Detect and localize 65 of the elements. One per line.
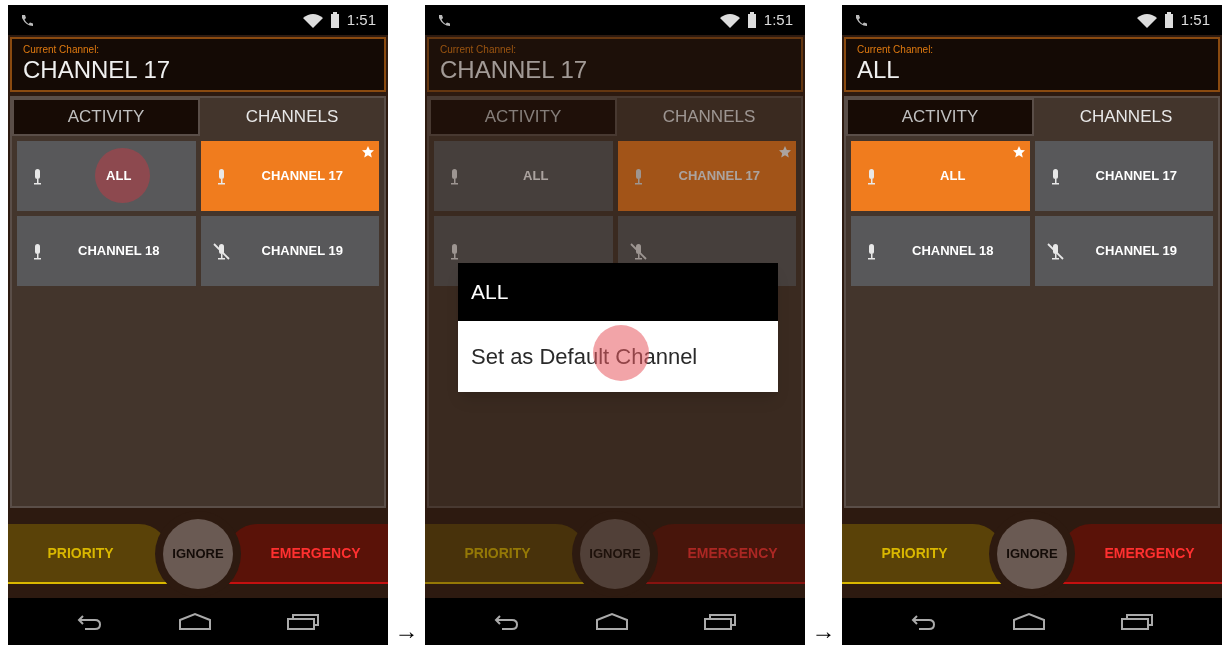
step-arrow: → [811,619,836,643]
tab[interactable]: ACTIVITY [12,98,200,136]
step-arrow: → [394,619,419,643]
phone-call-icon [437,13,451,27]
tab[interactable]: ACTIVITY [846,98,1034,136]
home-icon[interactable] [1012,612,1046,631]
channel-tile[interactable]: ALL [17,141,196,211]
clock-time: 1:51 [1180,9,1210,30]
muted-microphone-icon [629,241,647,261]
channel-name: CHANNEL 18 [911,242,995,261]
phone-call-icon [854,13,868,27]
channel-name: ALL [105,167,133,186]
current-channel-label: Current Channel: [23,44,101,55]
channel-name: CHANNEL 17 [260,167,344,186]
emergency-button[interactable]: EMERGENCY [227,524,388,584]
channel-tile[interactable]: ALL [434,141,613,211]
clock-time: 1:51 [346,9,376,30]
clock-time: 1:51 [763,9,793,30]
touch-indicator [95,148,150,203]
recent-apps-icon[interactable] [286,612,319,631]
back-icon[interactable] [77,612,104,631]
recent-apps-icon[interactable] [703,612,736,631]
star-icon [1012,146,1025,158]
menu-option[interactable]: Set as Default Channel [458,321,778,392]
muted-microphone-icon [212,241,230,261]
wifi-icon [1136,12,1157,28]
channel-tile[interactable]: ALL [851,141,1030,211]
dialog-title: ALL [458,263,778,321]
channel-name: CHANNEL 17 [1094,167,1178,186]
tab[interactable]: ACTIVITY [429,98,617,136]
priority-button[interactable]: PRIORITY [8,524,169,584]
wifi-icon [302,12,323,28]
priority-button[interactable]: PRIORITY [842,524,1003,584]
phone-call-icon [20,13,34,27]
current-channel-label: Current Channel: [857,44,935,55]
channel-tile[interactable]: CHANNEL 18 [17,216,196,286]
star-icon [779,146,791,158]
channel-name: CHANNEL 17 [677,167,761,186]
current-channel-name: CHANNEL 17 [440,54,589,85]
battery-icon [747,12,756,28]
muted-microphone-icon [1046,241,1064,261]
current-channel-label: Current Channel: [440,44,518,55]
channel-name: ALL [522,167,550,186]
battery-icon [1164,12,1173,28]
channel-tile[interactable]: CHANNEL 19 [1034,216,1213,286]
emergency-button[interactable]: EMERGENCY [1061,524,1222,584]
priority-button[interactable]: PRIORITY [425,524,586,584]
channel-name: ALL [939,167,967,186]
star-icon [362,146,374,158]
channel-name: CHANNEL 18 [77,242,161,261]
channel-name: CHANNEL 19 [260,242,344,261]
home-icon[interactable] [178,612,212,631]
home-icon[interactable] [595,612,629,631]
channel-tile[interactable]: CHANNEL 17 [200,141,379,211]
recent-apps-icon[interactable] [1120,612,1153,631]
back-icon[interactable] [494,612,521,631]
channel-tile[interactable]: CHANNEL 18 [851,216,1030,286]
current-channel-name: ALL [857,54,901,85]
channel-tile[interactable]: CHANNEL 19 [200,216,379,286]
back-icon[interactable] [911,612,938,631]
channel-name: CHANNEL 19 [1094,242,1178,261]
battery-icon [330,12,339,28]
wifi-icon [719,12,740,28]
current-channel-name: CHANNEL 17 [23,54,172,85]
channel-tile[interactable]: CHANNEL 17 [1034,141,1213,211]
